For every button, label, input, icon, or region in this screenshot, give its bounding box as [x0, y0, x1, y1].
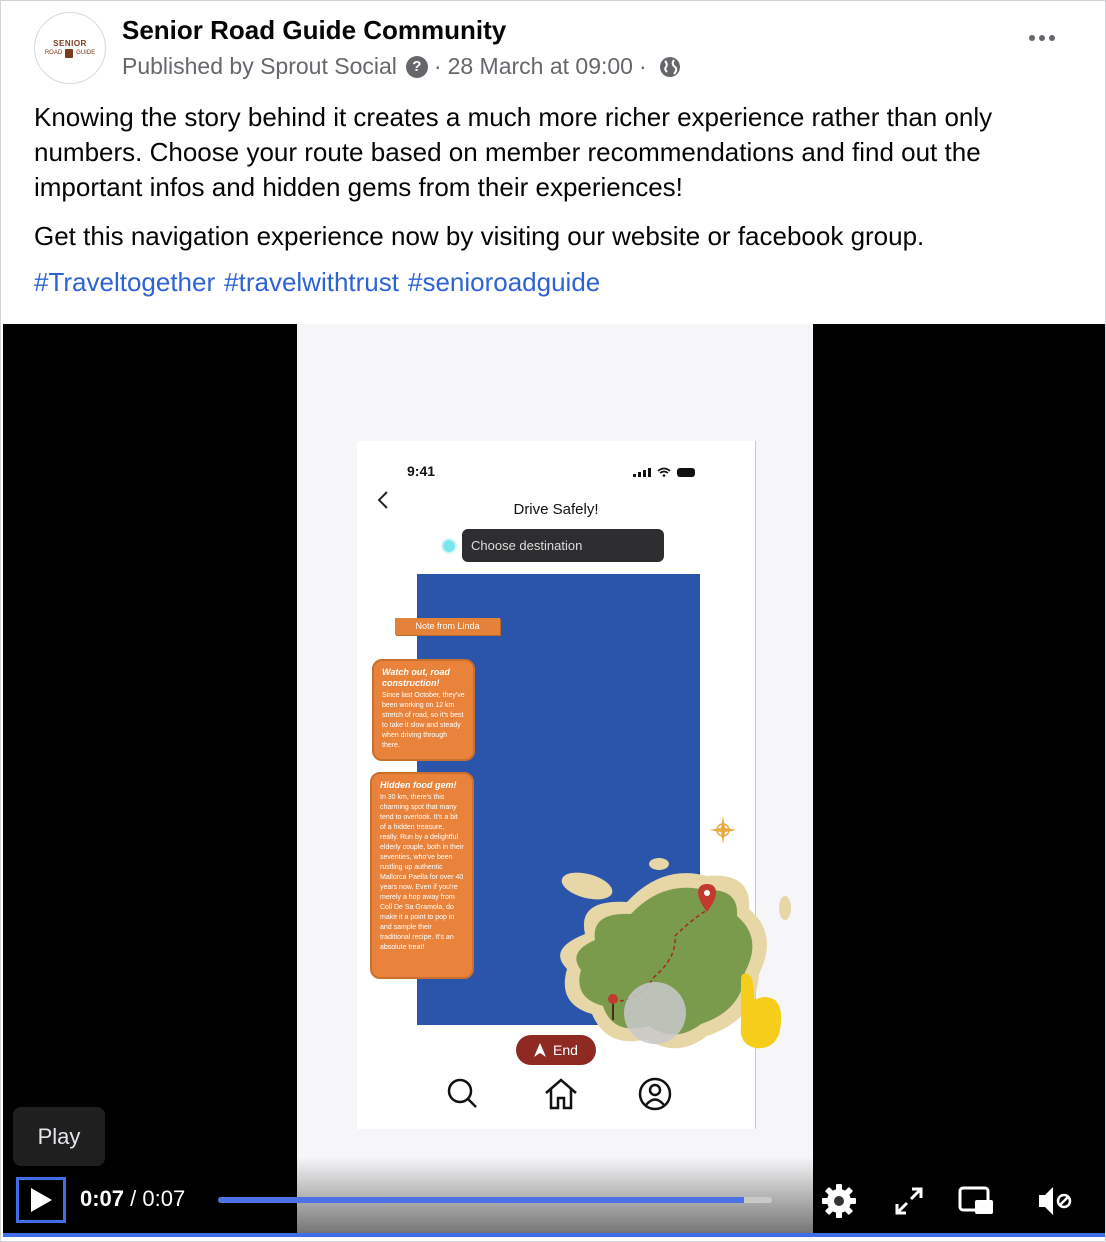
- post-timestamp[interactable]: 28 March at 09:00: [448, 53, 633, 80]
- post-text: Knowing the story behind it creates a mu…: [34, 100, 1074, 254]
- published-by: Published by Sprout Social: [122, 53, 397, 79]
- more-options-button[interactable]: [1029, 35, 1055, 41]
- signpost-icon: [65, 48, 74, 58]
- note-card-title: Watch out, road construction!: [382, 667, 450, 688]
- progress-fill: [218, 1197, 745, 1203]
- settings-icon[interactable]: [819, 1181, 859, 1221]
- end-button-label: End: [553, 1042, 578, 1058]
- avatar-logo-text: SENIOR: [53, 38, 87, 48]
- phone-status-time: 9:41: [407, 463, 436, 479]
- play-tooltip: Play: [13, 1107, 105, 1166]
- play-icon: [31, 1188, 52, 1212]
- note-tag: Note from Linda: [395, 618, 500, 635]
- time-separator: /: [124, 1186, 143, 1211]
- post-meta: Published by Sprout Social ? · 28 March …: [122, 53, 681, 80]
- hashtag-link[interactable]: #Traveltogether: [34, 267, 215, 298]
- pointing-hand-icon: [740, 973, 782, 1049]
- search-icon: [447, 1078, 477, 1108]
- compass-icon: [709, 816, 737, 844]
- play-button[interactable]: [16, 1177, 66, 1223]
- note-card-title: Hidden food gem!: [380, 780, 457, 790]
- end-navigation-button: End: [516, 1035, 596, 1065]
- duration: 0:07: [142, 1186, 186, 1211]
- meta-separator: ·: [433, 53, 442, 79]
- hashtag-link[interactable]: #travelwithtrust: [224, 267, 399, 298]
- note-card-food-gem: Hidden food gem! In 30 km, there's this …: [370, 772, 474, 979]
- battery-icon: [677, 468, 695, 477]
- more-dot-icon: [1039, 35, 1045, 41]
- home-icon: [545, 1078, 577, 1110]
- picture-in-picture-icon[interactable]: [956, 1181, 996, 1221]
- phone-mockup: 9:41 Drive Safely! Choose destination No…: [357, 441, 791, 1129]
- wifi-icon: [657, 467, 671, 477]
- more-dot-icon: [1049, 35, 1055, 41]
- post-paragraph: Knowing the story behind it creates a mu…: [34, 102, 993, 202]
- location-dot-icon: [441, 538, 457, 554]
- help-icon[interactable]: ?: [405, 55, 428, 78]
- meta-separator: ·: [638, 53, 647, 79]
- note-card-body: Since last October, they've been working…: [382, 692, 465, 749]
- phone-status-icons: [633, 467, 695, 477]
- focus-outline-bar: [3, 1233, 1105, 1237]
- touch-indicator: [624, 982, 686, 1044]
- destination-field: Choose destination: [462, 529, 664, 562]
- navigation-arrow-icon: [534, 1043, 547, 1057]
- video-player[interactable]: 9:41 Drive Safely! Choose destination No…: [3, 324, 1105, 1237]
- current-time: 0:07: [80, 1186, 125, 1211]
- post-paragraph: Get this navigation experience now by vi…: [34, 221, 925, 251]
- note-card-body: In 30 km, there's this charming spot tha…: [380, 794, 464, 951]
- video-frame: 9:41 Drive Safely! Choose destination No…: [297, 324, 813, 1237]
- globe-icon: [659, 56, 680, 77]
- signal-icon: [633, 468, 651, 477]
- phone-title: Drive Safely!: [513, 501, 599, 518]
- volume-muted-icon[interactable]: [1035, 1181, 1075, 1221]
- time-display: 0:07 / 0:07: [80, 1186, 185, 1212]
- profile-icon: [638, 1077, 672, 1111]
- progress-bar[interactable]: [218, 1197, 772, 1203]
- fullscreen-icon[interactable]: [889, 1181, 929, 1221]
- hashtag-link[interactable]: #senioroadguide: [408, 267, 600, 298]
- hashtag-list: #Traveltogether #travelwithtrust #senior…: [34, 267, 600, 298]
- post-card: SENIOR ROAD GUIDE Senior Road Guide Comm…: [0, 0, 1106, 1242]
- page-name-link[interactable]: Senior Road Guide Community: [122, 15, 506, 46]
- page-avatar[interactable]: SENIOR ROAD GUIDE: [34, 12, 106, 84]
- note-card-road-construction: Watch out, road construction! Since last…: [372, 659, 475, 761]
- avatar-logo-subtext: ROAD GUIDE: [44, 48, 96, 58]
- more-dot-icon: [1029, 35, 1035, 41]
